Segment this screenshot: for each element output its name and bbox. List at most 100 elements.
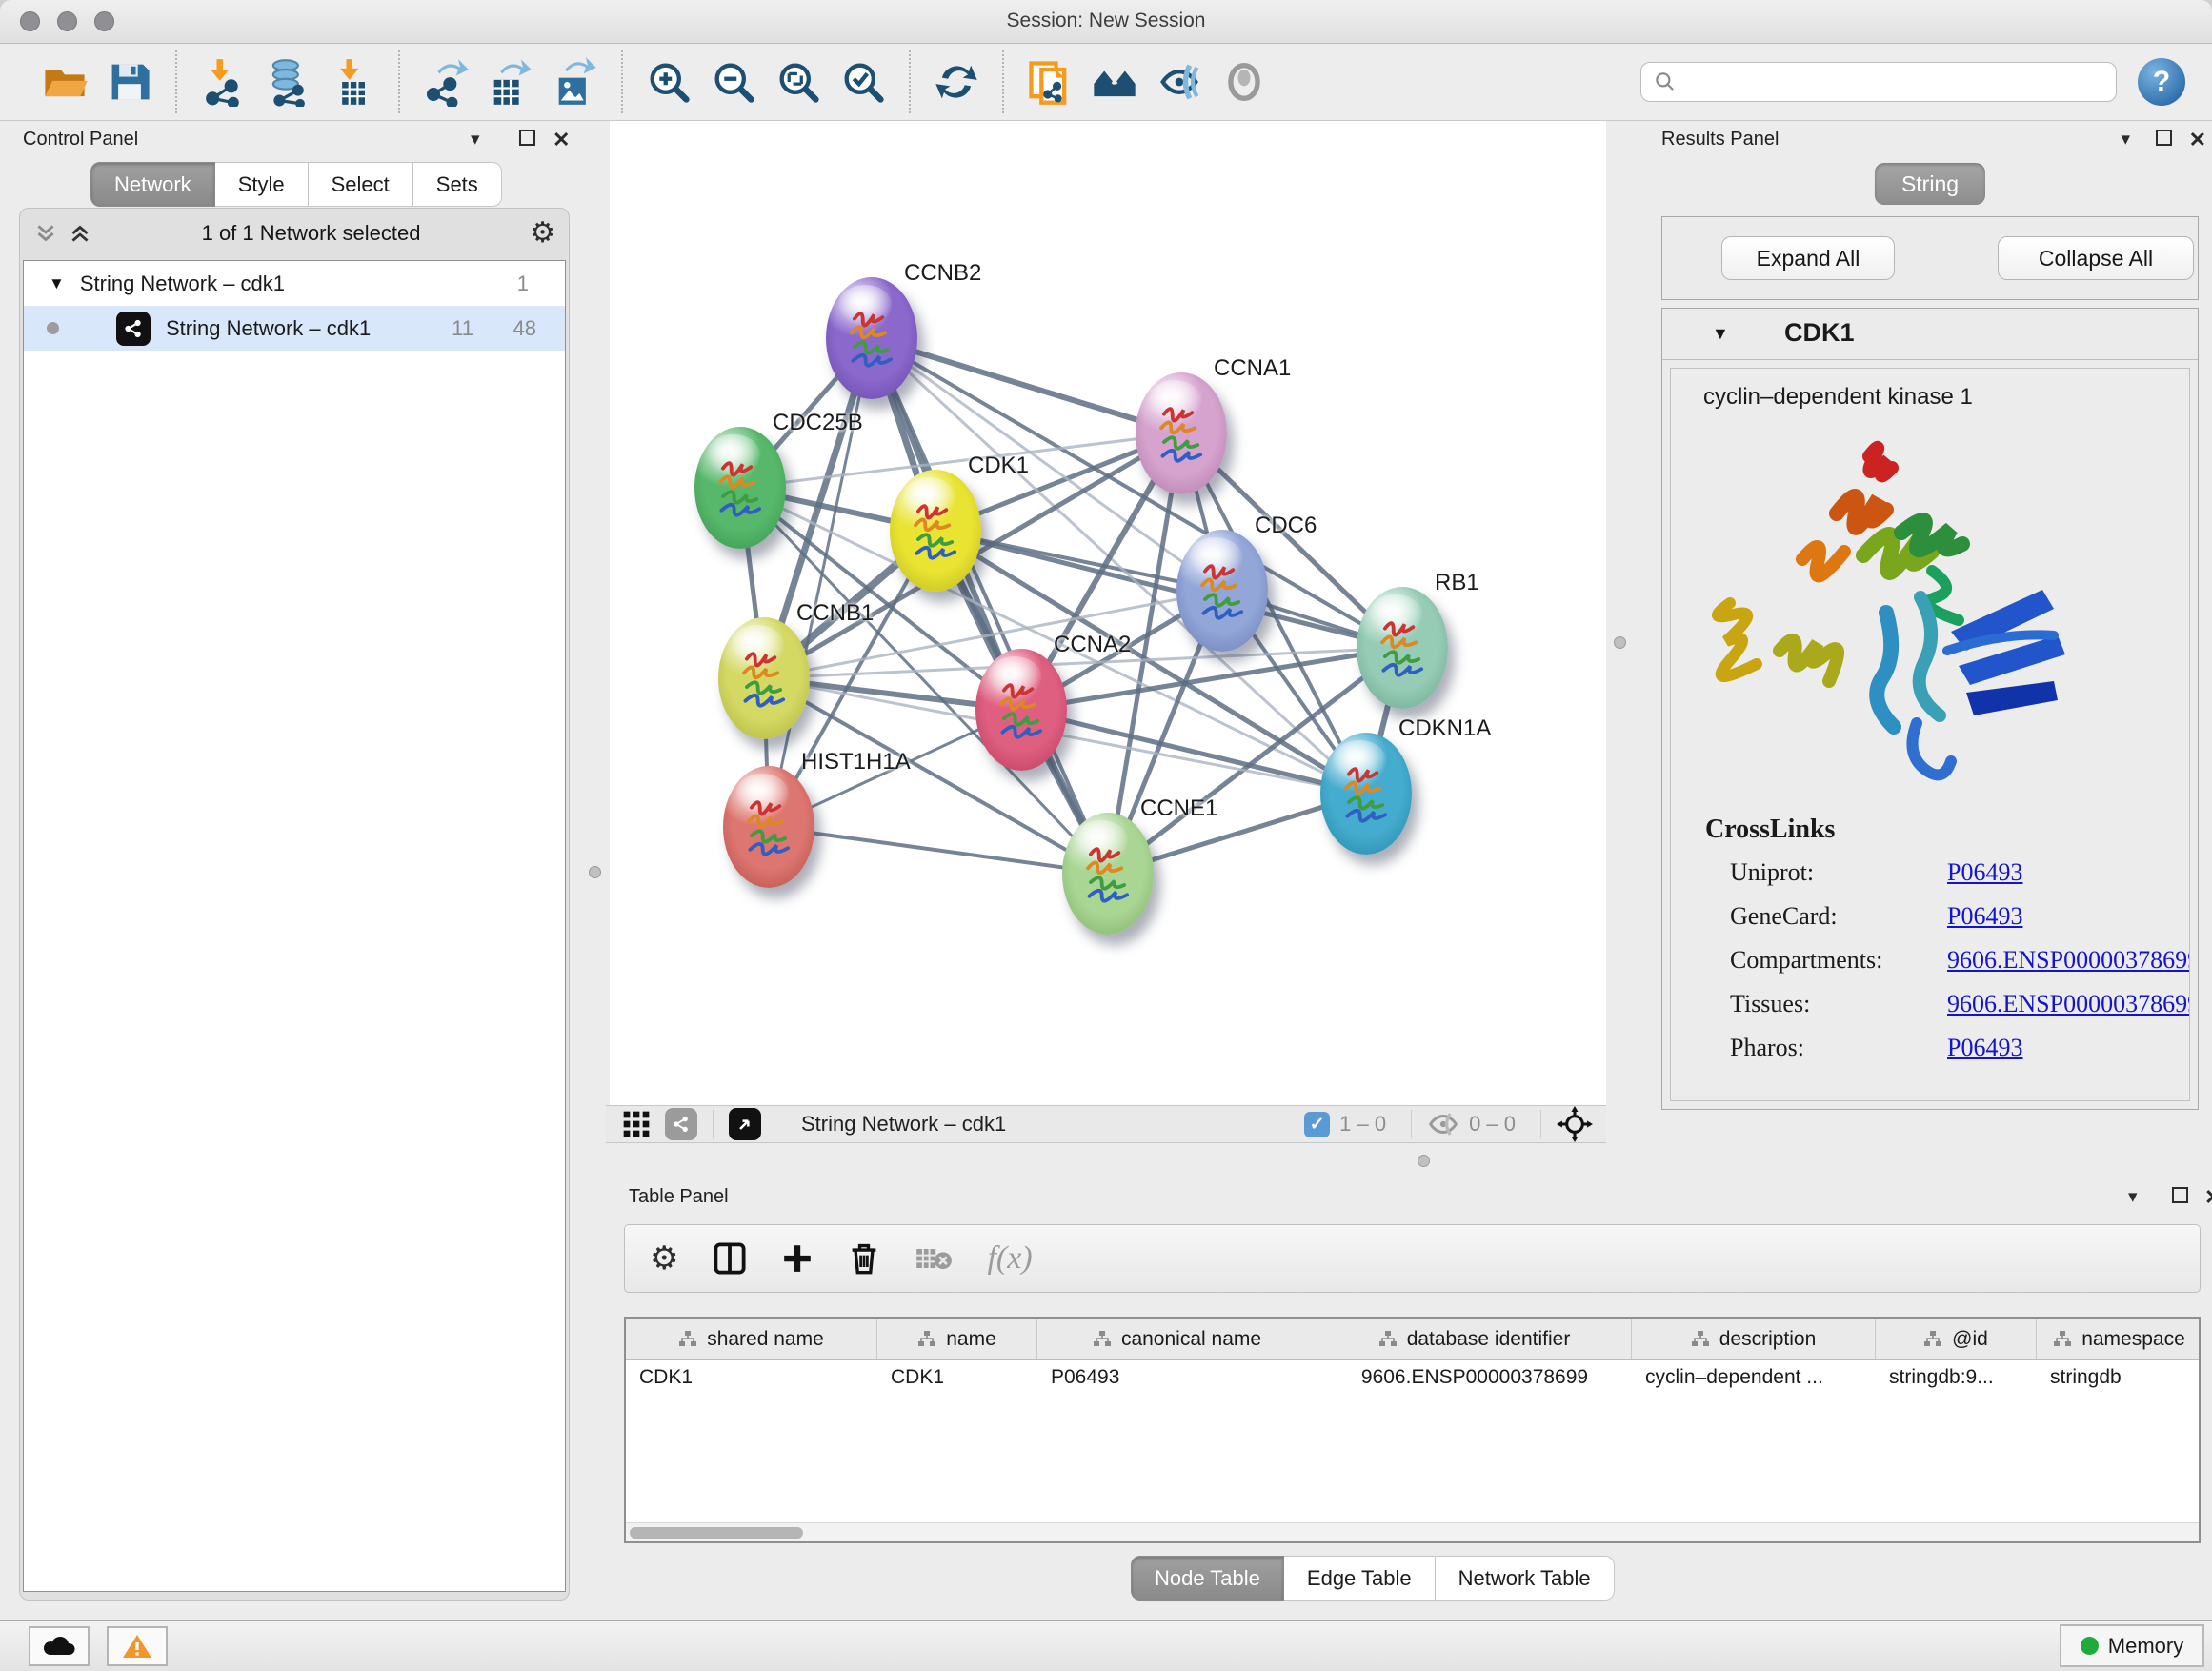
tab-sets[interactable]: Sets — [413, 162, 502, 207]
import-table-icon[interactable] — [328, 57, 377, 107]
apply-layout-icon[interactable] — [932, 57, 981, 107]
maximize-panel-icon[interactable] — [2172, 1187, 2188, 1209]
float-panel-icon[interactable]: ▾ — [471, 129, 480, 151]
table-cell[interactable]: CDK1 — [877, 1360, 1037, 1397]
column-header-database-identifier[interactable]: database identifier — [1317, 1319, 1632, 1359]
crosslink-value-link[interactable]: P06493 — [1947, 1034, 2022, 1062]
zoom-fit-icon[interactable] — [774, 57, 823, 107]
network-node-hist1h1a[interactable] — [723, 766, 814, 888]
selected-checkbox-icon[interactable]: ✓ — [1304, 1112, 1330, 1137]
hide-graphics-icon[interactable] — [1155, 57, 1204, 107]
warnings-button[interactable] — [107, 1626, 168, 1666]
crosslink-value-link[interactable]: P06493 — [1947, 902, 2022, 931]
network-node-ccna2[interactable] — [975, 649, 1067, 771]
network-edge[interactable] — [872, 338, 1181, 433]
table-hscrollbar[interactable] — [626, 1522, 2199, 1541]
crosslink-value-link[interactable]: P06493 — [1947, 858, 2022, 887]
table-cell[interactable]: stringdb:9... — [1876, 1360, 2037, 1397]
float-panel-icon[interactable]: ▾ — [2128, 1186, 2138, 1208]
network-edge[interactable] — [935, 531, 1402, 648]
column-header-namespace[interactable]: namespace — [2037, 1319, 2202, 1359]
network-node-cdc25b[interactable] — [694, 427, 786, 549]
tab-string[interactable]: String — [1875, 163, 1985, 205]
horizontal-splitter[interactable] — [606, 1143, 1606, 1177]
table-cell[interactable]: stringdb — [2037, 1360, 2202, 1397]
maximize-panel-icon[interactable] — [519, 130, 535, 151]
table-options-gear-icon[interactable]: ⚙ — [650, 1242, 678, 1275]
zoom-selected-icon[interactable] — [838, 57, 888, 107]
close-panel-icon[interactable]: ✕ — [553, 128, 570, 152]
add-column-icon[interactable] — [781, 1242, 814, 1275]
import-network-icon[interactable] — [198, 57, 248, 107]
zoom-in-icon[interactable] — [644, 57, 694, 107]
crosslink-value-link[interactable]: 9606.ENSP00000378699 — [1947, 990, 2190, 1018]
import-database-icon[interactable] — [263, 57, 312, 107]
tab-style[interactable]: Style — [215, 162, 309, 207]
grid-view-icon[interactable] — [621, 1109, 652, 1139]
column-header-description[interactable]: description — [1632, 1319, 1876, 1359]
table-cell[interactable]: P06493 — [1037, 1360, 1317, 1397]
show-columns-icon[interactable] — [713, 1241, 747, 1276]
delete-column-icon[interactable] — [848, 1241, 880, 1276]
network-node-ccne1[interactable] — [1062, 813, 1154, 935]
result-entry-header[interactable]: ▼ CDK1 — [1662, 309, 2198, 360]
expand-all-icon[interactable] — [68, 221, 92, 246]
memory-button[interactable]: Memory — [2060, 1624, 2204, 1667]
maximize-panel-icon[interactable] — [2156, 130, 2172, 151]
left-splitter-handle[interactable] — [589, 866, 601, 878]
hscrollbar-thumb[interactable] — [630, 1527, 803, 1539]
tab-network[interactable]: Network — [90, 162, 215, 207]
cloud-button[interactable] — [29, 1626, 90, 1666]
show-graphics-icon[interactable] — [1219, 57, 1269, 107]
table-cell[interactable]: cyclin–dependent ... — [1632, 1360, 1876, 1397]
network-view-canvas[interactable]: CCNB2 CCNA1 CDC25B CDK1 CDC6 RB1 CCNB1 C… — [610, 121, 1606, 1105]
open-session-icon[interactable] — [40, 57, 90, 107]
float-panel-icon[interactable]: ▾ — [2121, 129, 2130, 151]
network-node-cdk1[interactable] — [890, 470, 981, 592]
column-header--id[interactable]: @id — [1876, 1319, 2037, 1359]
column-header-canonical-name[interactable]: canonical name — [1037, 1319, 1317, 1359]
search-input[interactable] — [1678, 70, 2104, 94]
close-panel-icon[interactable]: ✕ — [2204, 1185, 2212, 1210]
collapse-all-icon[interactable] — [33, 221, 58, 246]
network-node-ccnb1[interactable] — [718, 617, 810, 739]
network-node-ccna1[interactable] — [1136, 372, 1227, 494]
network-node-cdkn1a[interactable] — [1320, 733, 1412, 855]
network-view-mode-icon[interactable] — [665, 1108, 697, 1140]
help-button[interactable]: ? — [2138, 58, 2185, 106]
network-overview-icon[interactable] — [1090, 57, 1139, 107]
tab-node-table[interactable]: Node Table — [1131, 1556, 1284, 1601]
collection-expander-icon[interactable]: ▼ — [49, 274, 65, 293]
save-session-icon[interactable] — [105, 57, 154, 107]
column-header-name[interactable]: name — [877, 1319, 1037, 1359]
export-network-icon[interactable] — [421, 57, 471, 107]
network-edge[interactable] — [769, 827, 1108, 874]
network-row[interactable]: String Network – cdk1 11 48 — [24, 306, 565, 351]
table-row[interactable]: CDK1CDK1P064939606.ENSP00000378699cyclin… — [626, 1360, 2199, 1397]
network-options-gear-icon[interactable]: ⚙ — [530, 219, 555, 248]
export-image-icon[interactable] — [551, 57, 600, 107]
column-header-shared-name[interactable]: shared name — [626, 1319, 877, 1359]
tab-network-table[interactable]: Network Table — [1436, 1556, 1615, 1601]
splitter-handle[interactable] — [1418, 1155, 1430, 1167]
annotations-icon[interactable] — [1025, 57, 1075, 107]
network-node-cdc6[interactable] — [1176, 530, 1268, 652]
tab-select[interactable]: Select — [309, 162, 413, 207]
close-panel-icon[interactable]: ✕ — [2189, 128, 2206, 152]
entry-expander-icon[interactable]: ▼ — [1712, 324, 1729, 344]
network-edge[interactable] — [872, 338, 1108, 874]
table-cell[interactable]: 9606.ENSP00000378699 — [1317, 1360, 1632, 1397]
zoom-out-icon[interactable] — [709, 57, 758, 107]
export-table-icon[interactable] — [486, 57, 535, 107]
birds-eye-view-icon[interactable] — [1557, 1106, 1593, 1142]
right-splitter-handle[interactable] — [1614, 636, 1626, 649]
expand-all-button[interactable]: Expand All — [1721, 236, 1895, 280]
network-collection-row[interactable]: ▼ String Network – cdk1 1 — [24, 261, 565, 306]
network-node-rb1[interactable] — [1357, 587, 1448, 709]
table-cell[interactable]: CDK1 — [626, 1360, 877, 1397]
collapse-all-button[interactable]: Collapse All — [1998, 236, 2194, 280]
detach-view-icon[interactable] — [729, 1108, 761, 1140]
crosslink-value-link[interactable]: 9606.ENSP00000378699 — [1947, 946, 2190, 975]
tab-edge-table[interactable]: Edge Table — [1284, 1556, 1436, 1601]
network-node-ccnb2[interactable] — [826, 277, 917, 399]
